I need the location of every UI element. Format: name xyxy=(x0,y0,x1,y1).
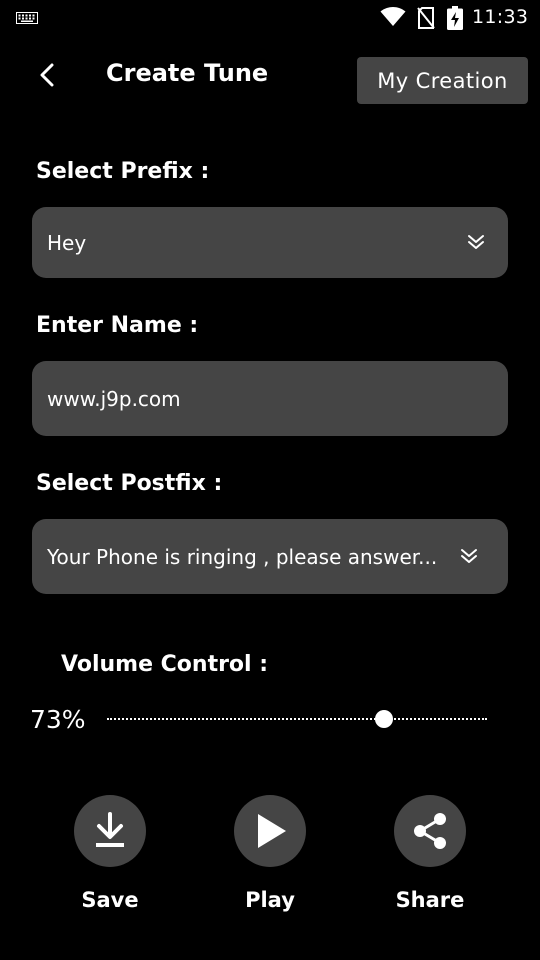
play-button[interactable] xyxy=(234,795,306,867)
prefix-label: Select Prefix : xyxy=(36,159,210,184)
play-label: Play xyxy=(245,888,295,912)
volume-label: Volume Control : xyxy=(61,652,269,677)
postfix-selected-value: Your Phone is ringing , please answer... xyxy=(47,544,438,569)
prefix-dropdown[interactable]: Hey xyxy=(32,207,508,278)
status-time: 11:33 xyxy=(472,6,529,28)
keyboard-icon xyxy=(16,12,38,24)
no-sim-icon xyxy=(417,7,435,29)
chevron-left-icon xyxy=(40,63,54,87)
my-creation-button[interactable]: My Creation xyxy=(357,57,528,104)
name-label: Enter Name : xyxy=(36,313,199,338)
postfix-label: Select Postfix : xyxy=(36,471,223,496)
play-icon xyxy=(258,814,286,848)
volume-slider-thumb[interactable] xyxy=(375,710,394,728)
save-label: Save xyxy=(81,888,139,912)
name-field[interactable] xyxy=(32,361,508,436)
download-icon xyxy=(96,812,124,847)
volume-percentage: 73% xyxy=(30,705,86,734)
double-chevron-down-icon xyxy=(468,235,484,249)
back-button[interactable] xyxy=(28,55,68,95)
share-button[interactable] xyxy=(394,795,466,867)
postfix-dropdown[interactable]: Your Phone is ringing , please answer... xyxy=(32,519,508,594)
page-title: Create Tune xyxy=(106,59,269,87)
double-chevron-down-icon xyxy=(461,549,477,563)
wifi-icon xyxy=(380,7,406,26)
volume-slider-track[interactable] xyxy=(107,718,487,720)
share-icon xyxy=(414,813,446,849)
prefix-selected-value: Hey xyxy=(47,230,87,255)
status-bar: 11:33 xyxy=(0,0,540,36)
share-label: Share xyxy=(395,888,465,912)
battery-charging-icon xyxy=(447,6,463,30)
save-button[interactable] xyxy=(74,795,146,867)
name-input[interactable] xyxy=(32,385,489,412)
